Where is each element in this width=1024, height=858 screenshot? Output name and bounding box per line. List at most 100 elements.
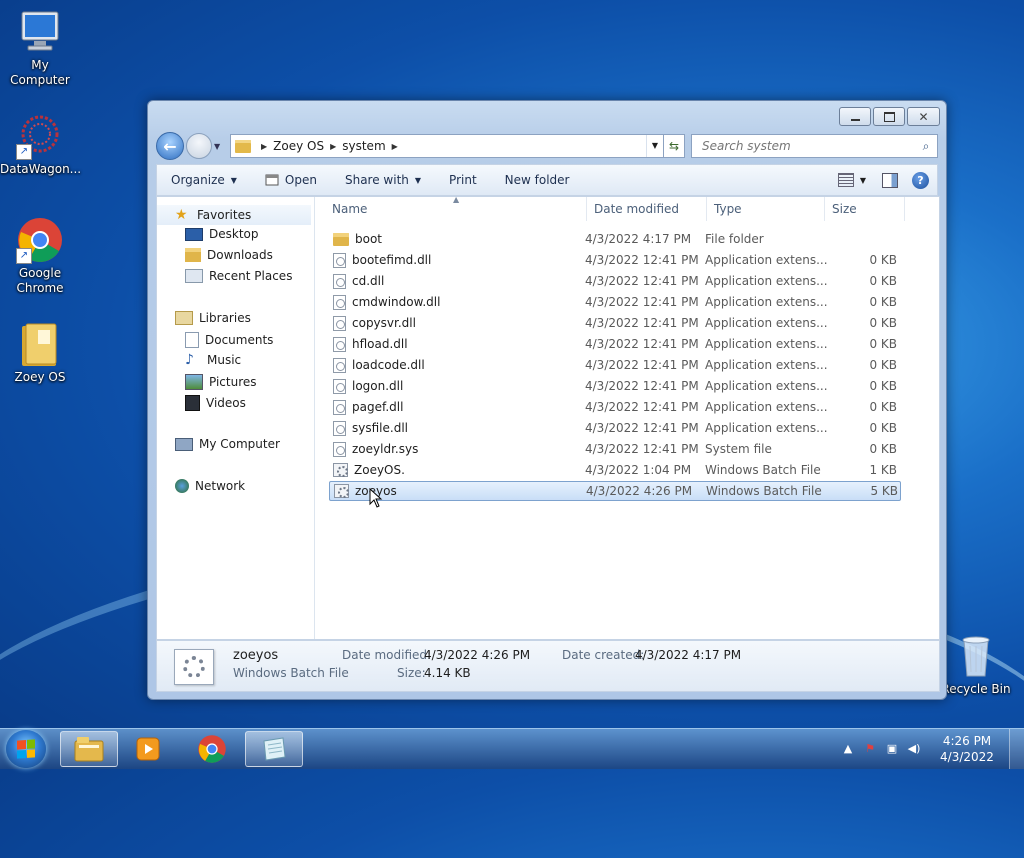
search-icon[interactable]: ⌕ xyxy=(915,139,937,154)
minimize-button[interactable] xyxy=(839,107,871,126)
file-row[interactable]: bootefimd.dll 4/3/2022 12:41 PM Applicatio… xyxy=(329,250,901,270)
file-date-modified: 4/3/2022 12:41 PM xyxy=(585,316,699,330)
search-input[interactable] xyxy=(700,138,915,154)
show-desktop-button[interactable] xyxy=(1009,729,1024,769)
nav-favorites[interactable]: ★ Favorites xyxy=(157,205,311,225)
preview-pane-icon[interactable] xyxy=(882,172,898,188)
recent-pages-dropdown[interactable]: ▼ xyxy=(214,142,224,151)
file-name: loadcode.dll xyxy=(352,358,425,372)
file-name: boot xyxy=(355,232,383,246)
file-size: 0 KB xyxy=(869,358,897,372)
maximize-button[interactable] xyxy=(873,107,905,126)
file-row[interactable]: boot 4/3/2022 4:17 PM File folder xyxy=(329,229,901,249)
breadcrumb-zoey-os[interactable]: Zoey OS xyxy=(273,139,324,153)
clock-date: 4/3/2022 xyxy=(940,750,994,764)
file-row[interactable]: loadcode.dll 4/3/2022 12:41 PM Application… xyxy=(329,355,901,375)
network-icon xyxy=(175,479,189,493)
file-row[interactable]: pagef.dll 4/3/2022 12:41 PM Application ex… xyxy=(329,397,901,417)
column-header-size[interactable]: Size xyxy=(825,197,905,221)
file-date-modified: 4/3/2022 12:41 PM xyxy=(585,358,699,372)
chevron-down-icon: ▼ xyxy=(230,175,237,185)
desktop-icon-zoey-os[interactable]: Zoey OS xyxy=(0,320,80,385)
nav-documents[interactable]: Documents xyxy=(185,332,273,348)
folder-icon xyxy=(16,320,64,368)
file-name-cell: sysfile.dll xyxy=(329,420,585,436)
file-size: 0 KB xyxy=(869,379,897,393)
back-button[interactable]: ← xyxy=(156,132,184,160)
open-label: Open xyxy=(284,173,317,187)
nav-desktop[interactable]: Desktop xyxy=(185,227,259,241)
file-name: ZoeyOS. xyxy=(354,463,405,477)
details-date-created-value: 4/3/2022 4:17 PM xyxy=(635,648,742,662)
computer-icon xyxy=(175,437,193,451)
nav-network-label: Network xyxy=(195,479,246,493)
volume-icon[interactable]: ◀) xyxy=(907,742,921,756)
breadcrumb-separator-icon[interactable]: ▶ xyxy=(392,142,398,151)
action-center-flag-icon[interactable]: ⚑ xyxy=(863,742,877,756)
close-button[interactable]: ✕ xyxy=(907,107,940,126)
file-date-modified: 4/3/2022 12:41 PM xyxy=(585,442,699,456)
breadcrumb-system[interactable]: system xyxy=(342,139,385,153)
nav-videos-label: Videos xyxy=(206,396,246,410)
desktop-icon-google-chrome[interactable]: ↗ Google Chrome xyxy=(0,216,80,296)
taskbar-chrome-button[interactable] xyxy=(183,731,241,767)
nav-pictures[interactable]: Pictures xyxy=(185,374,257,390)
breadcrumb-separator-icon[interactable]: ▶ xyxy=(261,142,267,151)
share-with-button[interactable]: Share with ▼ xyxy=(331,165,435,195)
taskbar-explorer-button[interactable] xyxy=(60,731,118,767)
file-size: 0 KB xyxy=(869,442,897,456)
file-row[interactable]: zoeyldr.sys 4/3/2022 12:41 PM System file 0… xyxy=(329,439,901,459)
file-row[interactable]: copysvr.dll 4/3/2022 12:41 PM Application … xyxy=(329,313,901,333)
nav-recent-places[interactable]: Recent Places xyxy=(185,269,292,283)
open-button[interactable]: Open xyxy=(251,165,331,195)
file-row[interactable]: sysfile.dll 4/3/2022 12:41 PM Application … xyxy=(329,418,901,438)
file-name-cell: zoeyldr.sys xyxy=(329,441,585,457)
clock[interactable]: 4:26 PM 4/3/2022 xyxy=(931,733,1003,765)
nav-videos[interactable]: Videos xyxy=(185,395,246,411)
nav-music[interactable]: ♪ Music xyxy=(185,353,241,367)
breadcrumb-separator-icon[interactable]: ▶ xyxy=(330,142,336,151)
nav-my-computer[interactable]: My Computer xyxy=(175,437,280,451)
desktop-icon-recycle-bin[interactable]: Recycle Bin xyxy=(936,632,1016,697)
print-button[interactable]: Print xyxy=(435,165,491,195)
refresh-button[interactable]: ⇆ xyxy=(664,134,685,158)
address-bar[interactable]: ▶ Zoey OS ▶ system ▶ ▼ xyxy=(230,134,664,158)
file-row[interactable]: logon.dll 4/3/2022 12:41 PM Application ex… xyxy=(329,376,901,396)
explorer-window[interactable]: ✕ ← ▼ ▶ Zoey OS ▶ system ▶ ▼ ⇆ ⌕ Organiz… xyxy=(147,100,947,700)
organize-button[interactable]: Organize ▼ xyxy=(157,165,251,195)
file-size: 0 KB xyxy=(869,253,897,267)
nav-network[interactable]: Network xyxy=(175,479,245,493)
new-folder-button[interactable]: New folder xyxy=(491,165,584,195)
nav-libraries-label: Libraries xyxy=(199,311,251,325)
desktop-icon-datawagon[interactable]: ↗ DataWagon... xyxy=(0,112,81,177)
column-header-type[interactable]: Type xyxy=(707,197,825,221)
desktop-icon-my-computer[interactable]: My Computer xyxy=(0,8,80,88)
column-header-date-modified[interactable]: Date modified xyxy=(587,197,707,221)
help-icon[interactable]: ? xyxy=(912,171,929,189)
view-options-dropdown-icon[interactable]: ▼ xyxy=(860,176,866,185)
nav-downloads[interactable]: Downloads xyxy=(185,248,273,262)
taskbar-notepad-button[interactable] xyxy=(245,731,303,767)
search-box[interactable]: ⌕ xyxy=(691,134,938,158)
network-icon[interactable]: ▣ xyxy=(885,742,899,756)
taskbar-media-player-button[interactable] xyxy=(119,731,177,767)
forward-button[interactable] xyxy=(186,133,212,159)
dll-file-icon xyxy=(333,378,346,394)
desktop-icon xyxy=(185,227,203,241)
change-view-icon[interactable] xyxy=(837,173,854,187)
file-row[interactable]: cd.dll 4/3/2022 12:41 PM Application exten… xyxy=(329,271,901,291)
address-dropdown-icon[interactable]: ▼ xyxy=(646,135,663,157)
file-row[interactable]: zoeyos 4/3/2022 4:26 PM Windows Batch File… xyxy=(329,481,901,501)
file-type: Application extens... xyxy=(705,379,828,393)
nav-libraries[interactable]: Libraries xyxy=(175,311,251,325)
start-button[interactable] xyxy=(6,730,46,768)
show-hidden-icons-icon[interactable]: ▲ xyxy=(841,742,855,756)
column-header-name[interactable]: Name ▲ xyxy=(325,195,587,221)
nav-downloads-label: Downloads xyxy=(207,248,273,262)
system-tray: ▲ ⚑ ▣ ◀) 4:26 PM 4/3/2022 xyxy=(837,729,1024,769)
file-size: 0 KB xyxy=(869,421,897,435)
file-row[interactable]: cmdwindow.dll 4/3/2022 12:41 PM Applicatio… xyxy=(329,292,901,312)
file-row[interactable]: hfload.dll 4/3/2022 12:41 PM Application e… xyxy=(329,334,901,354)
file-date-modified: 4/3/2022 12:41 PM xyxy=(585,337,699,351)
file-row[interactable]: ZoeyOS. 4/3/2022 1:04 PM Windows Batch Fil… xyxy=(329,460,901,480)
